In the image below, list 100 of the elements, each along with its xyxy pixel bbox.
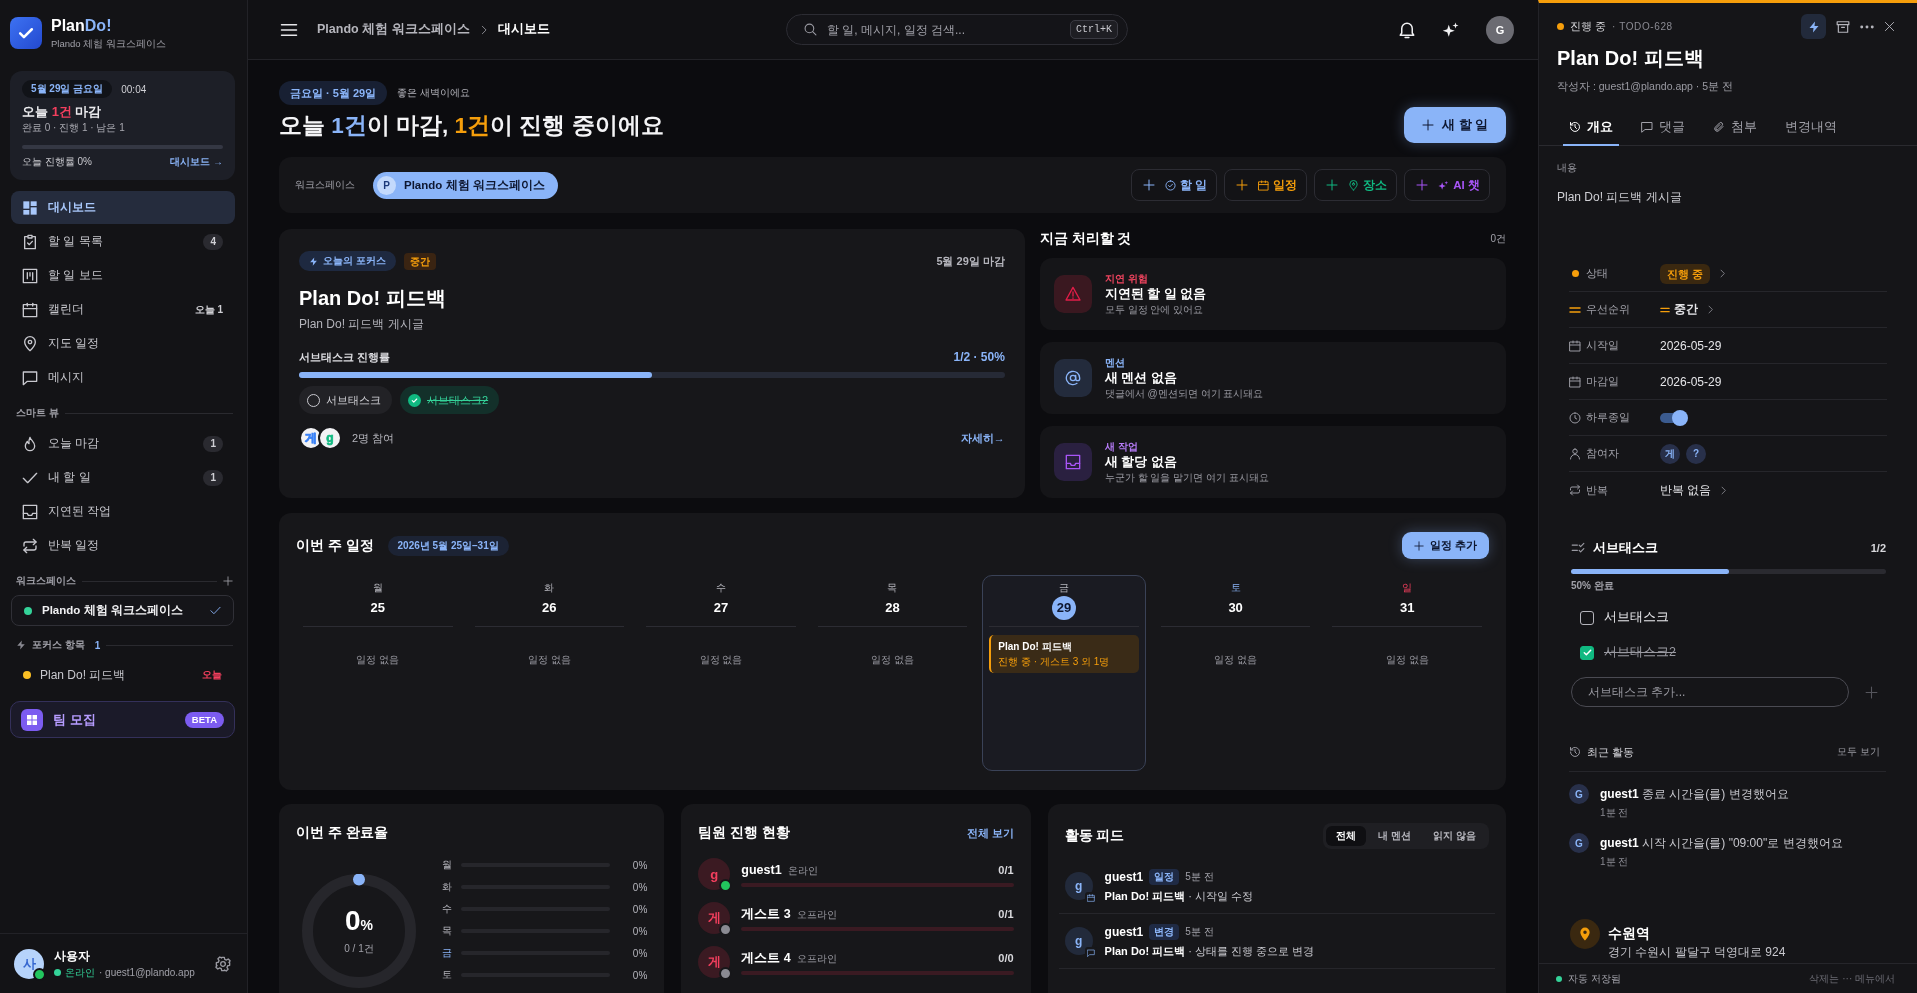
- quick-add-button[interactable]: 할 일: [1131, 169, 1218, 201]
- lightning-icon[interactable]: [1801, 14, 1826, 39]
- date-number[interactable]: 28: [885, 596, 900, 620]
- status-dot-icon: [1557, 23, 1564, 30]
- date-value[interactable]: 2026-05-29: [1660, 338, 1722, 353]
- settings-icon[interactable]: [215, 955, 231, 972]
- plus-icon[interactable]: [1865, 685, 1878, 699]
- card-description: 누군가 할 일을 맡기면 여기 표시돼요: [1104, 470, 1269, 485]
- archive-box-icon[interactable]: [1836, 19, 1850, 34]
- subtask-label: 서브태스크2: [1604, 644, 1676, 661]
- priority-value[interactable]: 중간: [1674, 301, 1698, 318]
- tab[interactable]: 개요: [1563, 110, 1619, 146]
- lightning-icon: [16, 640, 26, 650]
- filter-tab[interactable]: 내 멘션: [1368, 826, 1422, 846]
- participant-avatar[interactable]: ?: [1686, 443, 1706, 464]
- chat-bubble-icon: [22, 369, 38, 386]
- nav-item[interactable]: 반복 일정: [11, 529, 235, 562]
- selected-day-column[interactable]: 금 29 Plan Do! 피드백 진행 중 · 게스트 3 외 1명: [982, 575, 1146, 771]
- time-text: 1분 전: [1600, 806, 1630, 820]
- dashboard-link[interactable]: 대시보드 →: [170, 155, 223, 169]
- plus-icon: [1413, 540, 1424, 551]
- focus-item[interactable]: Plan Do! 피드백 오늘: [11, 660, 234, 690]
- nav-item[interactable]: 할 일 보드: [11, 259, 235, 292]
- checkbox[interactable]: [1580, 645, 1594, 660]
- new-task-button[interactable]: 새 할 일: [1404, 107, 1506, 143]
- date-number[interactable]: 29: [1052, 596, 1077, 620]
- subtask-input[interactable]: 서브태스크 추가...: [1571, 677, 1849, 707]
- nav-item[interactable]: 지도 일정: [11, 327, 235, 360]
- view-all-link[interactable]: 전체 보기: [966, 825, 1014, 841]
- place-address: 경기 수원시 팔달구 덕영대로 924: [1608, 944, 1786, 960]
- clock-icon: [1569, 411, 1581, 424]
- weekday-label: 목: [886, 581, 899, 595]
- nav-item[interactable]: 메시지: [11, 361, 235, 394]
- user-avatar[interactable]: G: [1486, 15, 1514, 44]
- date-value[interactable]: 2026-05-29: [1660, 374, 1722, 389]
- date-number[interactable]: 30: [1228, 596, 1243, 620]
- lightning-icon: [309, 256, 318, 266]
- alert-card[interactable]: 새 작업 새 할당 없음 누군가 할 일을 맡기면 여기 표시돼요: [1039, 426, 1506, 498]
- nav-item[interactable]: 캘린더 오늘 1: [11, 293, 235, 326]
- status-pill[interactable]: 진행 중: [1660, 263, 1710, 284]
- weekday-label: 월: [371, 581, 384, 595]
- participant-avatar[interactable]: 게: [1660, 443, 1680, 464]
- quick-add-button[interactable]: 장소: [1314, 169, 1398, 201]
- alert-card[interactable]: 지연 위험 지연된 할 일 없음 모두 일정 안에 있어요: [1039, 258, 1506, 330]
- workspace-item[interactable]: Plando 체험 워크스페이스: [11, 595, 234, 626]
- board-icon: [22, 267, 38, 284]
- nav-item[interactable]: 오늘 마감 1: [11, 427, 235, 460]
- repeat-value[interactable]: 반복 없음: [1660, 481, 1712, 499]
- nav-item[interactable]: 대시보드: [11, 191, 235, 224]
- tab[interactable]: 첨부: [1707, 110, 1763, 146]
- calendar-icon: [1569, 339, 1581, 352]
- tab[interactable]: 댓글: [1635, 110, 1691, 146]
- status-text: 진행 중: [1570, 19, 1607, 34]
- participant-avatar: g: [318, 426, 342, 450]
- subtask-chip[interactable]: 서브태스크2: [400, 386, 500, 414]
- sparkle-icon[interactable]: [1442, 20, 1460, 39]
- workspace-chip[interactable]: P Plando 체험 워크스페이스: [373, 171, 558, 199]
- status-text: 온라인: [65, 965, 95, 980]
- view-all-link[interactable]: 모두 보기: [1837, 745, 1880, 759]
- team-recruit-button[interactable]: 팀 모집 BETA: [10, 701, 235, 738]
- property-label: 상태: [1586, 266, 1608, 281]
- date-number[interactable]: 31: [1399, 596, 1415, 620]
- quick-add-button[interactable]: 일정: [1224, 169, 1308, 201]
- nav-item[interactable]: 지연된 작업: [11, 495, 235, 528]
- apps-icon: [21, 708, 43, 731]
- property-label: 시작일: [1586, 338, 1619, 353]
- due-text: 오늘: [202, 668, 222, 682]
- chat-bubble-icon: [1084, 947, 1097, 959]
- chat-bubble-icon: [1641, 121, 1653, 133]
- breadcrumb-link[interactable]: Plando 체험 워크스페이스: [317, 21, 470, 38]
- card-title: 팀원 진행 현황: [698, 824, 790, 842]
- nav-item[interactable]: 할 일 목록 4: [11, 225, 235, 258]
- date-chip: 5월 29일 금요일: [22, 80, 113, 98]
- quick-add-button[interactable]: AI 챗: [1404, 169, 1490, 201]
- date-number[interactable]: 26: [542, 596, 557, 620]
- add-event-button[interactable]: 일정 추가: [1401, 532, 1489, 559]
- event-card[interactable]: Plan Do! 피드백 진행 중 · 게스트 3 외 1명: [989, 635, 1139, 673]
- nav-item[interactable]: 내 할 일 1: [11, 461, 235, 494]
- weekday-label: 수: [714, 581, 727, 595]
- more-icon[interactable]: [1860, 24, 1874, 29]
- status-text: 오프라인: [796, 908, 837, 922]
- completion-detail: 0 / 1건: [343, 942, 375, 956]
- filter-tab[interactable]: 전체: [1326, 826, 1367, 846]
- card-title: 활동 피드: [1064, 827, 1125, 845]
- percent-text: 0%: [631, 969, 648, 981]
- user-avatar: G: [1569, 833, 1589, 853]
- tab[interactable]: 변경내역: [1779, 110, 1843, 146]
- subtask-chip[interactable]: 서브태스크: [299, 386, 392, 414]
- alert-card[interactable]: 멘션 새 멘션 없음 댓글에서 @멘션되면 여기 표시돼요: [1039, 342, 1506, 414]
- filter-tab[interactable]: 읽지 않음: [1423, 826, 1486, 846]
- date-number[interactable]: 27: [713, 596, 729, 620]
- date-number[interactable]: 25: [370, 596, 385, 620]
- plus-icon[interactable]: [223, 576, 233, 586]
- details-link[interactable]: 자세히→: [960, 430, 1005, 446]
- bell-icon[interactable]: [1398, 20, 1416, 39]
- member-name: 게스트 4: [741, 950, 791, 967]
- paperclip-icon: [1713, 121, 1725, 133]
- checkbox[interactable]: [1580, 610, 1594, 625]
- close-icon[interactable]: [1884, 21, 1895, 32]
- check-icon: [210, 605, 221, 616]
